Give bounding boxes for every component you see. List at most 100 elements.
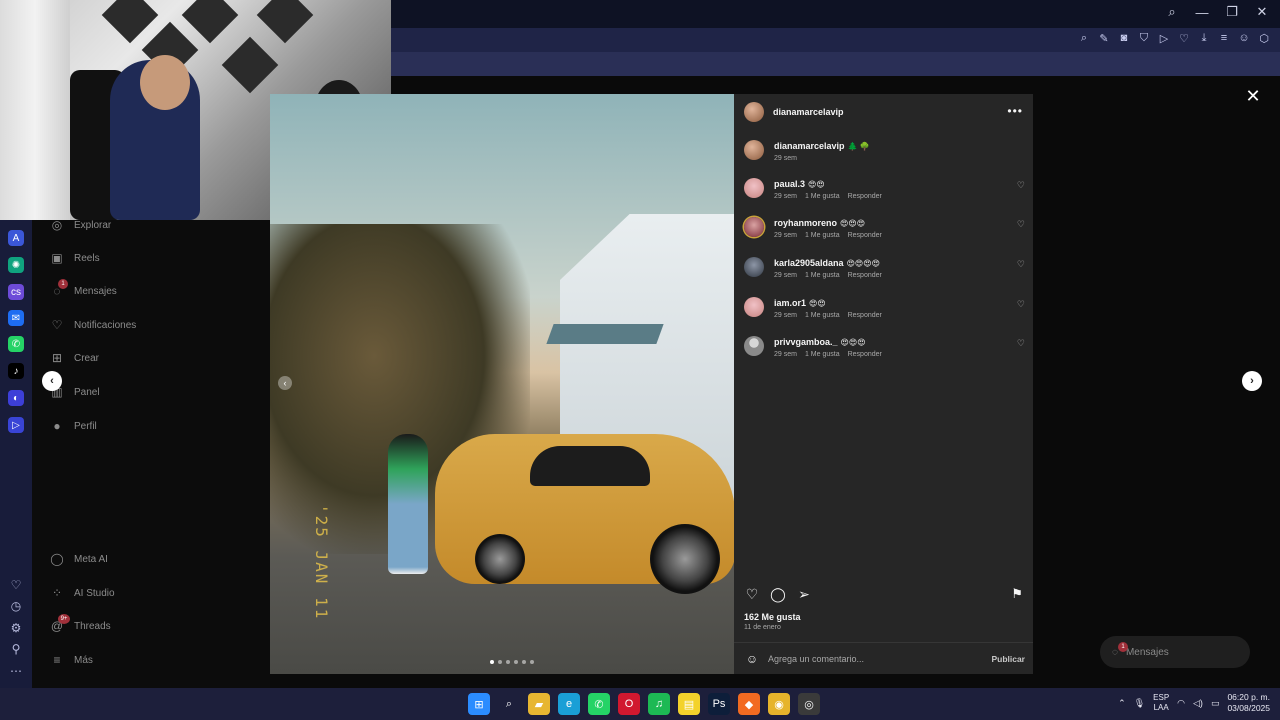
sidebar-item-mensajes[interactable]: ◌ 1 Mensajes (50, 279, 117, 298)
share-icon[interactable]: ➢ (796, 586, 812, 603)
whatsapp-icon[interactable]: ✆ (588, 693, 610, 715)
emoji-icon[interactable]: ☺ (744, 652, 760, 666)
sidebar-item-meta-ai[interactable]: ◯ Meta AI (50, 552, 108, 566)
discord-icon[interactable]: ◐ (8, 390, 24, 406)
comment-input[interactable] (768, 653, 978, 664)
sticky-notes-icon[interactable]: ▤ (678, 693, 700, 715)
comment-likes[interactable]: 1 Me gusta (805, 312, 840, 319)
chrome-icon[interactable]: ◉ (768, 693, 790, 715)
caption-author[interactable]: dianamarcelavip (774, 141, 845, 151)
sidebar-item-reels[interactable]: ▣ Reels (50, 251, 99, 265)
reply-button[interactable]: Responder (848, 232, 882, 239)
comment-icon[interactable]: ◯ (770, 586, 786, 603)
settings-icon[interactable]: ⚙ (9, 621, 23, 635)
heart-icon[interactable]: ♡ (1178, 32, 1190, 45)
more-icon[interactable]: ⋯ (9, 664, 23, 678)
language-indicator[interactable]: ESP LAA (1153, 693, 1169, 713)
restore-icon[interactable]: ❐ (1224, 4, 1240, 20)
windows-start-icon[interactable]: ⊞ (468, 693, 490, 715)
like-comment-icon[interactable]: ♡ (1017, 338, 1025, 349)
avatar[interactable] (744, 140, 764, 160)
play-icon[interactable]: ▷ (1158, 32, 1170, 45)
chevron-up-icon[interactable]: ⌃ (1118, 698, 1126, 709)
post-image[interactable]: '25 JAN 11 (270, 94, 734, 674)
volume-icon[interactable]: ◁) (1193, 698, 1203, 709)
next-post-button[interactable]: › (1242, 371, 1262, 391)
extensions-icon[interactable]: ⬡ (1258, 32, 1270, 45)
wifi-icon[interactable]: ◠ (1177, 698, 1185, 709)
player-icon[interactable]: ▷ (8, 417, 24, 433)
minimize-icon[interactable]: — (1194, 5, 1210, 20)
sidebar-item-ai-studio[interactable]: ⁘ AI Studio (50, 586, 115, 600)
sidebar-item-threads[interactable]: @9+ Threads (50, 614, 111, 633)
comment-likes[interactable]: 1 Me gusta (805, 351, 840, 358)
download-icon[interactable]: ⤓ (1198, 32, 1210, 45)
more-options-icon[interactable]: ••• (1007, 104, 1023, 118)
avatar[interactable] (744, 178, 764, 198)
avatar[interactable] (744, 102, 764, 122)
like-comment-icon[interactable]: ♡ (1017, 299, 1025, 310)
floating-messages-button[interactable]: ◌ 1 Mensajes (1100, 636, 1250, 668)
like-comment-icon[interactable]: ♡ (1017, 219, 1025, 230)
account-icon[interactable]: ☺ (1238, 32, 1250, 45)
history-icon[interactable]: ◷ (9, 599, 23, 613)
sidebar-item-crear[interactable]: ⊞ Crear (50, 351, 99, 365)
heart-icon[interactable]: ♡ (9, 578, 23, 592)
chatsonic-icon[interactable]: cs (8, 284, 24, 300)
shield-icon[interactable]: ⛉ (1138, 32, 1150, 45)
carousel-prev-button[interactable]: ‹ (278, 376, 292, 390)
reply-button[interactable]: Responder (848, 193, 882, 200)
sidebar-item-mas[interactable]: ≡ Más (50, 653, 92, 667)
previous-post-button[interactable]: ‹ (42, 371, 62, 391)
post-author[interactable]: dianamarcelavip (773, 107, 844, 117)
comment-likes[interactable]: 1 Me gusta (805, 193, 840, 200)
comment-username[interactable]: paual.3 (774, 179, 805, 189)
close-icon[interactable]: ✕ (1254, 4, 1270, 20)
photoshop-icon[interactable]: Ps (708, 693, 730, 715)
aria-icon[interactable]: A (8, 230, 24, 246)
clock[interactable]: 06:20 p. m. 03/08/2025 (1227, 692, 1270, 714)
obs-icon[interactable]: ◎ (798, 693, 820, 715)
close-modal-icon[interactable]: ✕ (1244, 86, 1262, 107)
opera-icon[interactable]: O (618, 693, 640, 715)
search-icon[interactable]: ⌕ (1164, 4, 1180, 20)
microphone-icon[interactable]: 🎙 (1134, 698, 1145, 709)
reply-button[interactable]: Responder (848, 312, 882, 319)
menu-icon[interactable]: ≡ (1218, 32, 1230, 45)
avatar[interactable] (744, 297, 764, 317)
publish-button[interactable]: Publicar (991, 654, 1025, 664)
comment-username[interactable]: iam.or1 (774, 298, 806, 308)
battery-icon[interactable]: ▭ (1211, 698, 1220, 709)
chatgpt-icon[interactable]: ✺ (8, 257, 24, 273)
avatar[interactable] (744, 257, 764, 277)
like-comment-icon[interactable]: ♡ (1017, 180, 1025, 191)
sidebar-item-perfil[interactable]: ● Perfil (50, 419, 96, 433)
search-icon[interactable]: ⌕ (498, 693, 520, 715)
zoom-icon[interactable]: ⌕ (1078, 32, 1090, 45)
camera-icon[interactable]: ◙ (1118, 32, 1130, 45)
messenger-icon[interactable]: ✉ (8, 310, 24, 326)
comment-username[interactable]: royhanmoreno (774, 218, 837, 228)
whatsapp-icon[interactable]: ✆ (8, 336, 24, 352)
edit-icon[interactable]: ✎ (1098, 32, 1110, 45)
likes-count[interactable]: 162 Me gusta (744, 612, 801, 622)
comment-likes[interactable]: 1 Me gusta (805, 232, 840, 239)
tiktok-icon[interactable]: ♪ (8, 363, 24, 379)
edge-icon[interactable]: e (558, 693, 580, 715)
sidebar-item-notificaciones[interactable]: ♡ Notificaciones (50, 318, 137, 332)
sidebar-item-explorar[interactable]: ◎ Explorar (50, 218, 112, 232)
comment-username[interactable]: karla2905aldana (774, 258, 844, 268)
avatar[interactable] (744, 336, 764, 356)
bookmark-icon[interactable]: ⚑ (1011, 586, 1023, 602)
tips-icon[interactable]: ⚲ (9, 642, 23, 656)
like-icon[interactable]: ♡ (744, 586, 760, 603)
brave-icon[interactable]: ◆ (738, 693, 760, 715)
comment-likes[interactable]: 1 Me gusta (805, 272, 840, 279)
reply-button[interactable]: Responder (848, 272, 882, 279)
spotify-icon[interactable]: ♫ (648, 693, 670, 715)
like-comment-icon[interactable]: ♡ (1017, 259, 1025, 270)
file-explorer-icon[interactable]: ▰ (528, 693, 550, 715)
avatar[interactable] (744, 217, 764, 237)
reply-button[interactable]: Responder (848, 351, 882, 358)
comment-username[interactable]: privvgamboa._ (774, 337, 838, 347)
